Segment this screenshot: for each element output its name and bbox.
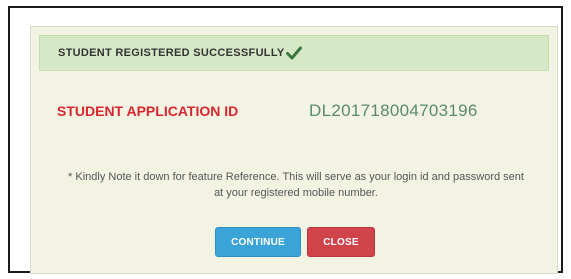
success-title: STUDENT REGISTERED SUCCESSFULLY [58, 47, 285, 59]
application-id-row: STUDENT APPLICATION ID DL201718004703196 [57, 101, 547, 121]
application-id-value: DL201718004703196 [309, 101, 478, 120]
panel-header: STUDENT REGISTERED SUCCESSFULLY [39, 35, 549, 71]
reference-note: * Kindly Note it down for feature Refere… [68, 171, 524, 199]
application-id-label: STUDENT APPLICATION ID [57, 103, 239, 119]
close-button[interactable]: CLOSE [307, 227, 375, 257]
dialog-frame: STUDENT REGISTERED SUCCESSFULLY STUDENT … [8, 6, 563, 274]
button-row: CONTINUE CLOSE [31, 227, 559, 257]
continue-button[interactable]: CONTINUE [215, 227, 301, 257]
checkmark-icon [286, 46, 303, 60]
success-panel: STUDENT REGISTERED SUCCESSFULLY STUDENT … [30, 26, 558, 274]
